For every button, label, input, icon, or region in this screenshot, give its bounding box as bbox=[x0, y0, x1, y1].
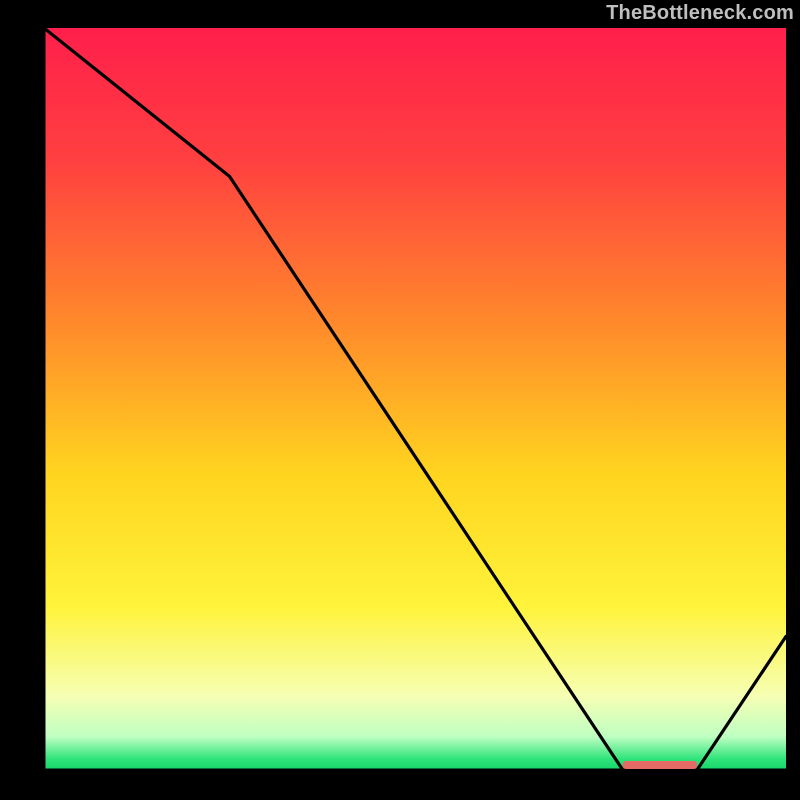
bottleneck-chart bbox=[0, 0, 800, 800]
plot-background bbox=[44, 28, 786, 770]
optimal-range-marker bbox=[623, 761, 697, 769]
chart-stage: TheBottleneck.com bbox=[0, 0, 800, 800]
